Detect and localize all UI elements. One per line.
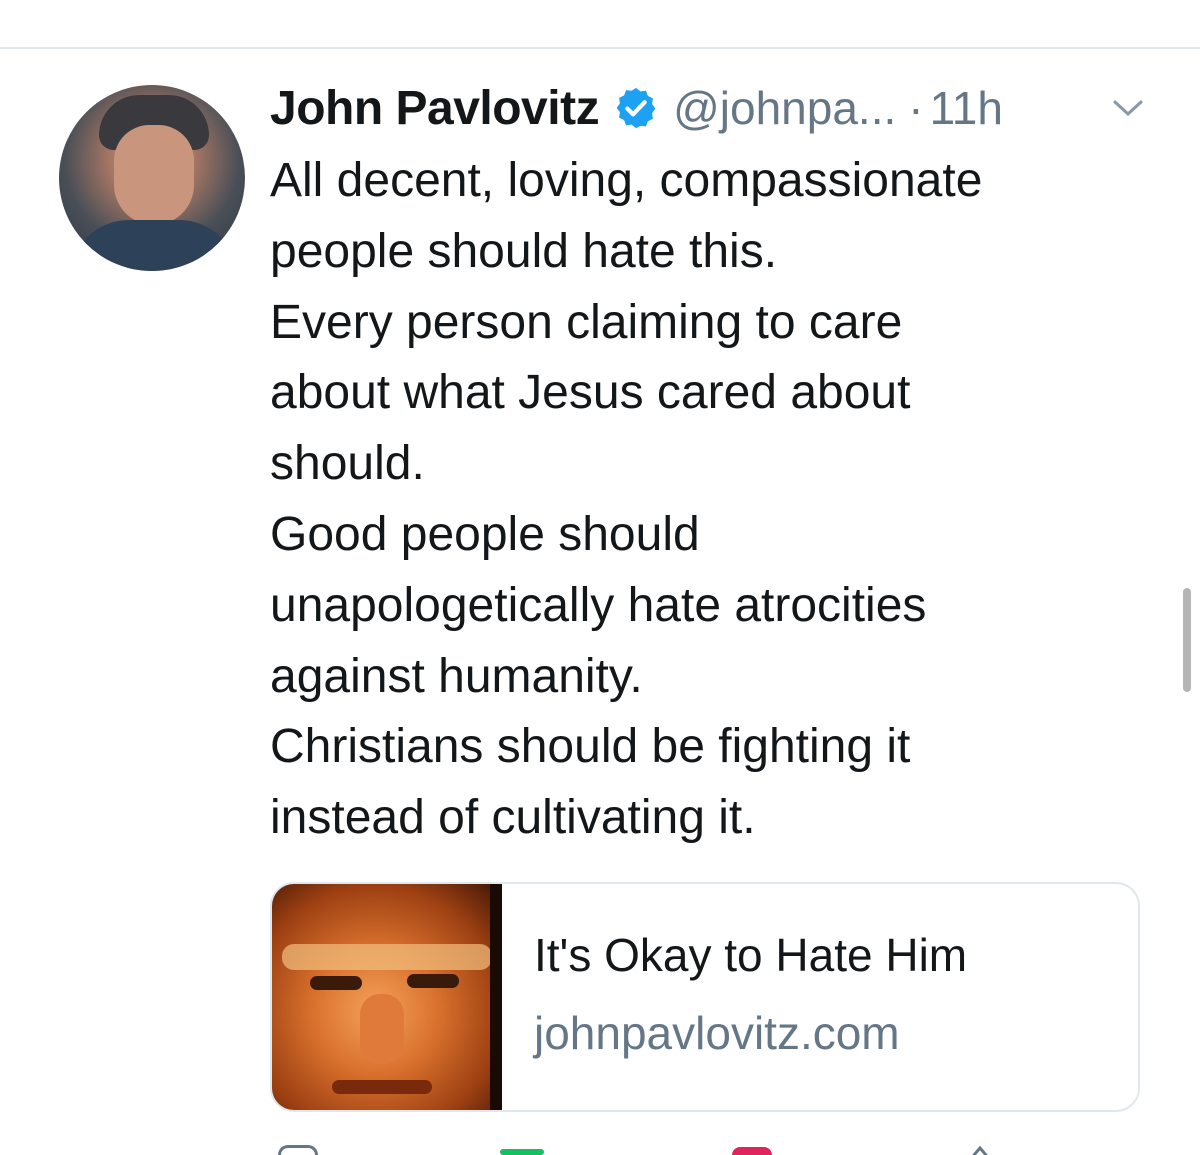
card-image-right-eye [407,974,459,988]
link-card-title: It's Okay to Hate Him [534,929,968,981]
tweet-header: John Pavlovitz @johnpa... · 11h [270,78,1003,138]
author-handle[interactable]: @johnpa... [673,81,896,135]
link-card-domain: johnpavlovitz.com [534,1007,900,1059]
scrollbar[interactable] [1183,588,1191,692]
tweet-text-line: instead of cultivating it. [270,791,756,845]
avatar-face [114,125,194,225]
tweet-text-line: All decent, loving, compassionate [270,154,983,207]
like-icon[interactable] [732,1147,772,1155]
retweet-icon[interactable] [500,1149,544,1155]
tweet-divider [0,47,1200,49]
tweet-text-line: should. [270,437,425,491]
tweet-text-line: about what Jesus cared about [270,366,911,420]
tweet-text-line: Good people should [270,507,700,561]
share-icon[interactable] [970,1145,990,1155]
card-image-mouth [332,1080,432,1094]
tweet-text-line: people should hate this. [270,224,778,278]
tweet-actions [0,1145,1200,1155]
link-card-image [272,884,502,1110]
separator-dot: · [908,82,924,134]
tweet-text-line: Every person claiming to care [270,295,903,349]
tweet-text-line: against humanity. [270,649,643,703]
card-image-edge [490,884,502,1110]
author-name[interactable]: John Pavlovitz [270,81,600,136]
card-image-left-eye [310,976,362,990]
reply-icon[interactable] [278,1145,318,1155]
avatar-shirt [69,220,239,271]
chevron-down-icon[interactable] [1112,98,1144,118]
link-card[interactable]: It's Okay to Hate Him johnpavlovitz.com [270,882,1140,1112]
verified-badge-icon [613,85,659,131]
tweet-text: All decent, loving, compassionate people… [270,146,1170,854]
tweet-text-line: unapologetically hate atrocities [270,578,927,632]
card-image-nose [360,994,404,1064]
avatar[interactable] [59,85,245,271]
tweet-text-line: Christians should be fighting it [270,720,911,774]
card-image-brow [282,944,492,970]
tweet-timestamp[interactable]: 11h [930,81,1003,135]
